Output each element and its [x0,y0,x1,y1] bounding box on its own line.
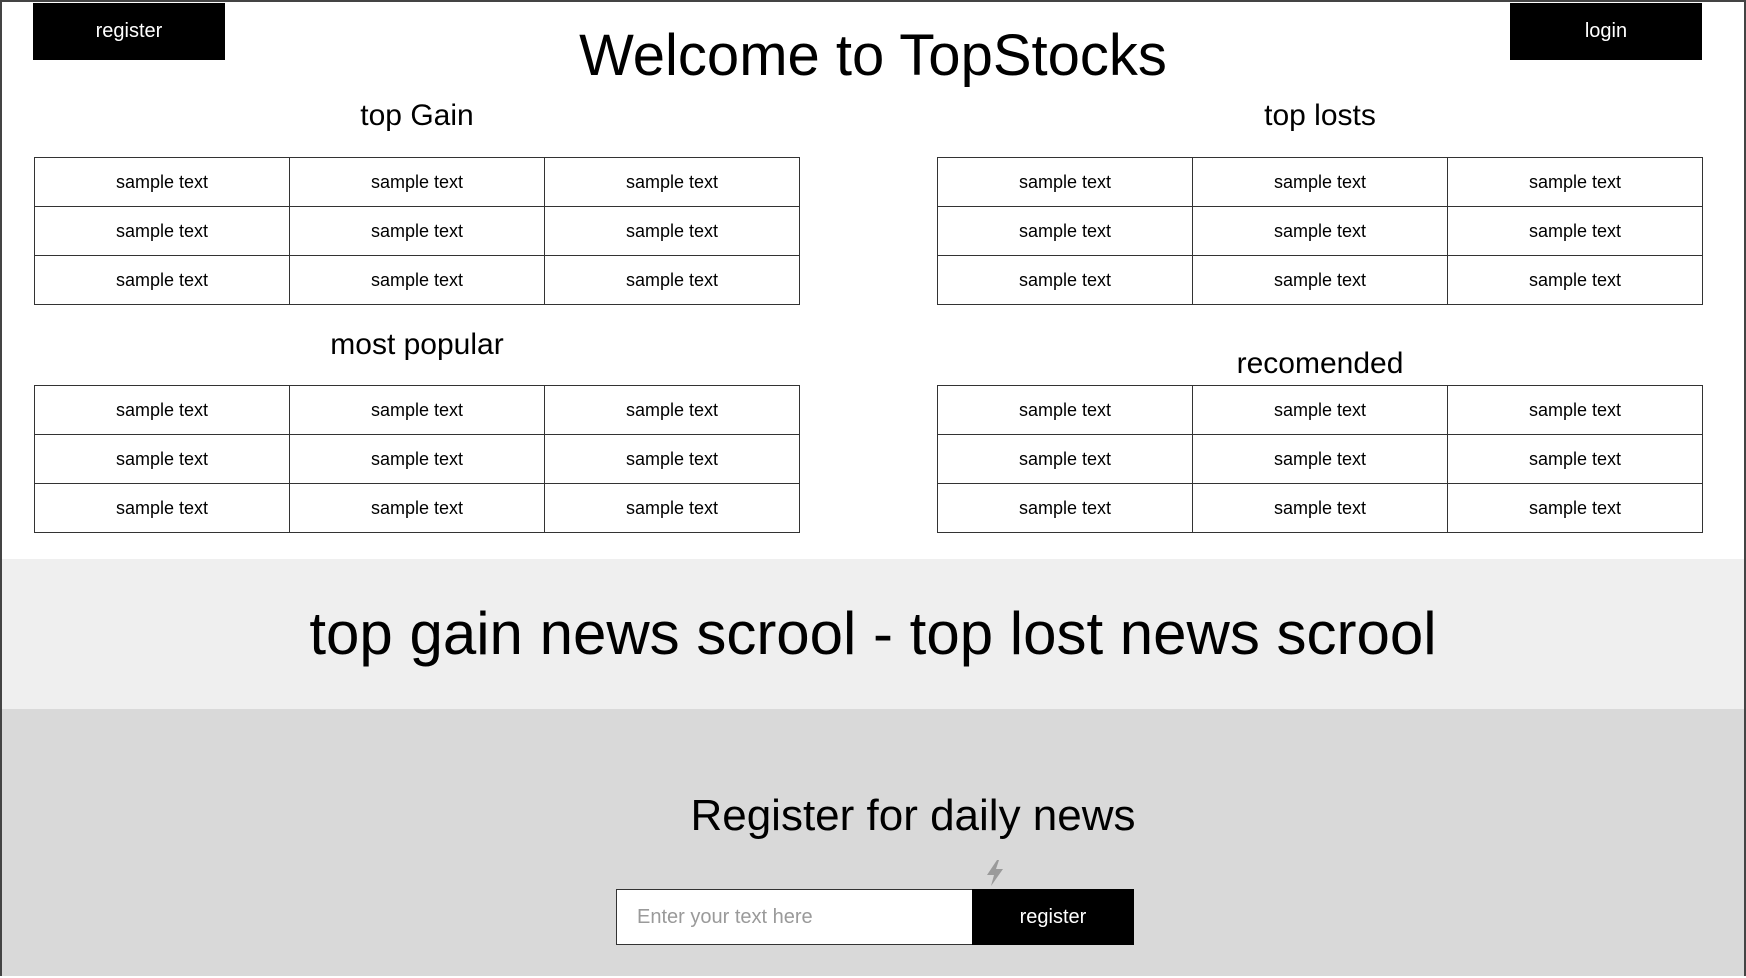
lightning-bolt-icon [987,860,1003,886]
table-row: sample text sample text sample text [937,157,1703,207]
table-cell: sample text [289,206,545,256]
table-cell: sample text [1447,434,1703,484]
newsletter-band: Register for daily news register [2,709,1744,976]
recommended-table: sample text sample text sample text samp… [937,385,1703,533]
table-cell: sample text [937,206,1193,256]
news-ticker-text: top gain news scrool - top lost news scr… [309,600,1437,667]
table-cell: sample text [34,157,290,207]
table-row: sample text sample text sample text [34,157,800,207]
table-cell: sample text [937,255,1193,305]
table-cell: sample text [34,385,290,435]
table-cell: sample text [1192,157,1448,207]
table-cell: sample text [34,206,290,256]
page-frame: register login Welcome to TopStocks top … [0,0,1746,976]
top-lost-table: sample text sample text sample text samp… [937,157,1703,305]
table-cell: sample text [544,255,800,305]
table-cell: sample text [1192,255,1448,305]
table-row: sample text sample text sample text [34,483,800,533]
table-cell: sample text [544,157,800,207]
newsletter-title: Register for daily news [690,791,1136,840]
table-cell: sample text [544,434,800,484]
page-title: Welcome to TopStocks [579,23,1167,88]
top-gain-table: sample text sample text sample text samp… [34,157,800,305]
table-cell: sample text [1447,206,1703,256]
top-gain-title: top Gain [360,99,474,132]
table-cell: sample text [34,255,290,305]
table-cell: sample text [1192,483,1448,533]
table-cell: sample text [937,483,1193,533]
table-row: sample text sample text sample text [937,255,1703,305]
table-row: sample text sample text sample text [34,206,800,256]
news-ticker-band: top gain news scrool - top lost news scr… [2,559,1744,709]
table-row: sample text sample text sample text [937,206,1703,256]
table-cell: sample text [1447,483,1703,533]
table-row: sample text sample text sample text [937,434,1703,484]
recommended-title: recomended [1236,347,1404,380]
table-cell: sample text [34,434,290,484]
table-cell: sample text [544,483,800,533]
top-area: register login Welcome to TopStocks top … [2,2,1744,559]
table-row: sample text sample text sample text [937,385,1703,435]
table-cell: sample text [937,385,1193,435]
newsletter-register-button[interactable]: register [972,889,1134,945]
table-row: sample text sample text sample text [34,434,800,484]
newsletter-input[interactable] [616,889,973,945]
top-lost-title: top losts [1264,99,1376,132]
table-cell: sample text [289,255,545,305]
table-row: sample text sample text sample text [34,255,800,305]
table-cell: sample text [289,434,545,484]
table-cell: sample text [1447,157,1703,207]
table-cell: sample text [34,483,290,533]
table-cell: sample text [937,157,1193,207]
table-cell: sample text [1192,434,1448,484]
table-cell: sample text [1447,385,1703,435]
table-cell: sample text [544,385,800,435]
most-popular-table: sample text sample text sample text samp… [34,385,800,533]
table-cell: sample text [289,385,545,435]
table-cell: sample text [289,157,545,207]
table-cell: sample text [1192,206,1448,256]
table-row: sample text sample text sample text [34,385,800,435]
table-cell: sample text [544,206,800,256]
table-cell: sample text [1192,385,1448,435]
table-cell: sample text [937,434,1193,484]
most-popular-title: most popular [330,328,504,361]
table-cell: sample text [1447,255,1703,305]
table-row: sample text sample text sample text [937,483,1703,533]
table-cell: sample text [289,483,545,533]
